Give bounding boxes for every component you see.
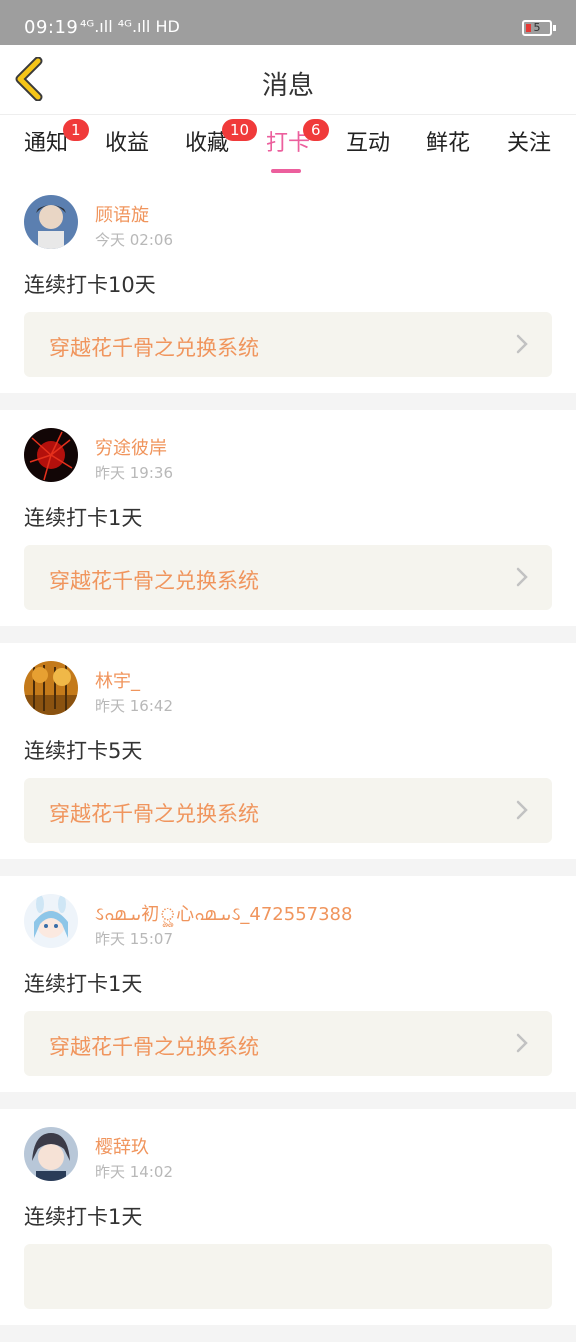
- signal-indicator: ⁴ᴳ.ıll ⁴ᴳ.ıll HD: [80, 17, 180, 36]
- list-item: 樱辞玖 昨天 14:02 连续打卡1天: [0, 1109, 576, 1325]
- chevron-right-icon: [516, 334, 528, 354]
- tab-favorites[interactable]: 收藏 10: [172, 119, 258, 157]
- tab-checkin[interactable]: 打卡 6: [253, 119, 329, 173]
- book-title: 穿越花千骨之兑换系统: [49, 336, 259, 360]
- status-bar: 09:19 ⁴ᴳ.ıll ⁴ᴳ.ıll HD 5: [0, 0, 576, 45]
- tab-label: 收益: [104, 131, 149, 156]
- book-link[interactable]: [24, 1244, 552, 1309]
- timestamp: 昨天 19:36: [95, 464, 173, 482]
- chevron-right-icon: [516, 800, 528, 820]
- tab-label: 关注: [506, 131, 551, 156]
- list-item: 顾语旋 今天 02:06 连续打卡10天 穿越花千骨之兑换系统: [0, 177, 576, 393]
- tab-notifications[interactable]: 通知 1: [11, 119, 89, 157]
- checkin-message: 连续打卡1天: [24, 506, 143, 530]
- tab-label: 通知: [23, 131, 68, 156]
- tab-following[interactable]: 关注: [494, 125, 564, 157]
- book-title: 穿越花千骨之兑换系统: [49, 802, 259, 826]
- tab-flowers[interactable]: 鲜花: [413, 125, 483, 157]
- user-name[interactable]: 穷途彼岸: [95, 434, 167, 460]
- tab-earnings[interactable]: 收益: [92, 125, 162, 157]
- avatar[interactable]: [24, 661, 78, 715]
- battery-level: 5: [533, 21, 541, 34]
- book-link[interactable]: 穿越花千骨之兑换系统: [24, 312, 552, 377]
- avatar[interactable]: [24, 1127, 78, 1181]
- tab-label: 鲜花: [425, 131, 470, 156]
- timestamp: 昨天 15:07: [95, 930, 173, 948]
- user-name[interactable]: ઽ൶ىىـ初ৣ心൶ىىـઽ_472557388: [95, 900, 352, 931]
- tab-bar: 通知 1 收益 收藏 10 打卡 6 互动 鲜花 关注: [0, 115, 576, 177]
- active-tab-indicator: [271, 169, 301, 173]
- tab-interactions[interactable]: 互动: [333, 125, 403, 157]
- list-item: 林宇_ 昨天 16:42 连续打卡5天 穿越花千骨之兑换系统: [0, 643, 576, 859]
- avatar[interactable]: [24, 894, 78, 948]
- page-title: 消息: [261, 71, 314, 101]
- checkin-message: 连续打卡1天: [24, 1205, 143, 1229]
- timestamp: 昨天 14:02: [95, 1163, 173, 1181]
- timestamp: 昨天 16:42: [95, 697, 173, 715]
- header: 消息: [0, 45, 576, 115]
- user-name[interactable]: 林宇_: [95, 667, 140, 693]
- checkin-feed: 顾语旋 今天 02:06 连续打卡10天 穿越花千骨之兑换系统 穷途彼岸 昨天 …: [0, 177, 576, 1342]
- avatar[interactable]: [24, 428, 78, 482]
- user-name[interactable]: 樱辞玖: [95, 1133, 149, 1159]
- avatar[interactable]: [24, 195, 78, 249]
- status-time: 09:19: [24, 17, 79, 38]
- user-name[interactable]: 顾语旋: [95, 201, 149, 227]
- list-item: 穷途彼岸 昨天 19:36 连续打卡1天 穿越花千骨之兑换系统: [0, 410, 576, 626]
- tab-badge: 6: [303, 119, 329, 141]
- checkin-message: 连续打卡5天: [24, 739, 143, 763]
- timestamp: 今天 02:06: [95, 231, 173, 249]
- book-title: 穿越花千骨之兑换系统: [49, 1035, 259, 1059]
- chevron-right-icon: [516, 567, 528, 587]
- checkin-message: 连续打卡10天: [24, 273, 156, 297]
- checkin-message: 连续打卡1天: [24, 972, 143, 996]
- chevron-right-icon: [516, 1033, 528, 1053]
- book-link[interactable]: 穿越花千骨之兑换系统: [24, 545, 552, 610]
- book-link[interactable]: 穿越花千骨之兑换系统: [24, 778, 552, 843]
- tab-label: 互动: [345, 131, 390, 156]
- battery-icon: 5: [522, 20, 552, 36]
- list-item: ઽ൶ىىـ初ৣ心൶ىىـઽ_472557388 昨天 15:07 连续打卡1天 …: [0, 876, 576, 1092]
- tab-badge: 10: [222, 119, 258, 141]
- book-title: 穿越花千骨之兑换系统: [49, 569, 259, 593]
- book-link[interactable]: 穿越花千骨之兑换系统: [24, 1011, 552, 1076]
- tab-badge: 1: [63, 119, 89, 141]
